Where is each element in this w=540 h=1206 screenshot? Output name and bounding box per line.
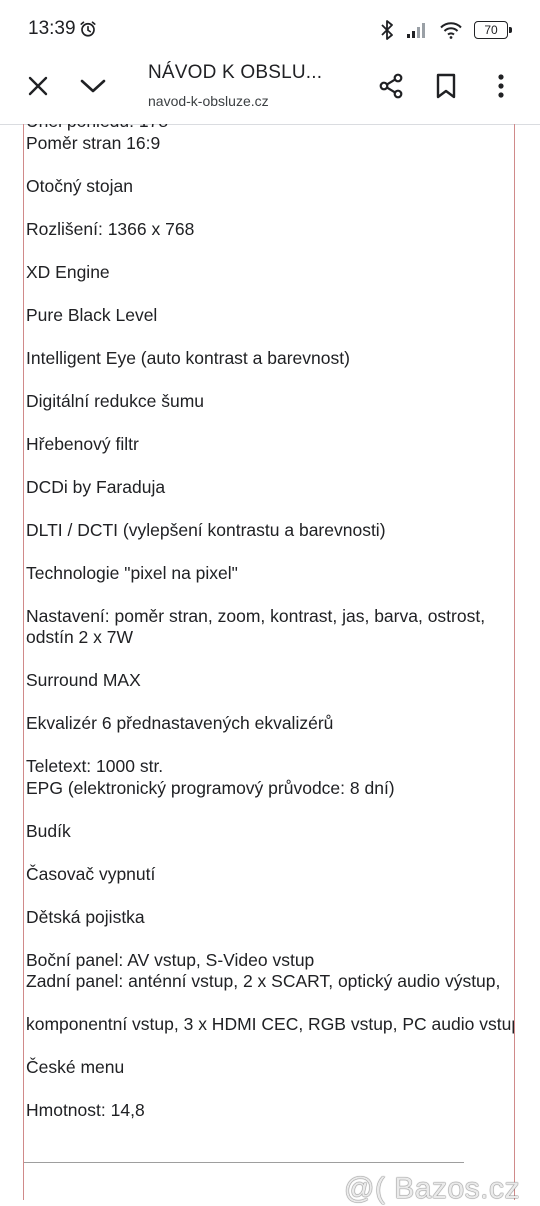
spec-paragraph: Otočný stojan [26,176,514,198]
spec-line: Rozlišení: 1366 x 768 [26,218,195,239]
close-icon [28,76,48,96]
spec-line: Zadní panel: anténní vstup, 2 x SCART, o… [26,971,501,991]
page-title-area[interactable]: NÁVOD K OBSLU... navod-k-obsluze.cz [148,62,358,124]
spec-paragraph: Surround MAX [26,670,514,692]
spec-paragraph: DCDi by Faraduja [26,477,514,499]
page-content: Úhel pohledu: 178Poměr stran 16:9 Otočný … [23,124,515,1200]
spec-list: Úhel pohledu: 178Poměr stran 16:9 Otočný … [26,124,514,1122]
spec-paragraph: Dětská pojistka [26,907,514,929]
bookmark-icon [436,73,456,99]
spec-line: Intelligent Eye (auto kontrast a barevno… [26,347,350,368]
spec-line: Pure Black Level [26,304,158,325]
spec-paragraph: komponentní vstup, 3 x HDMI CEC, RGB vst… [26,1014,514,1036]
spec-paragraph: Boční panel: AV vstup, S-Video vstup Zadn… [26,950,514,993]
spec-line: odstín 2 x 7W [26,627,133,647]
more-vert-icon [498,74,504,98]
minimize-button[interactable] [73,66,113,106]
browser-toolbar: NÁVOD K OBSLU... navod-k-obsluze.cz [0,62,540,125]
spec-paragraph: Rozlišení: 1366 x 768 [26,219,514,241]
battery-icon: 70 [474,21,512,39]
spec-paragraph: Hmotnost: 14,8 [26,1100,514,1122]
alarm-icon [80,21,96,37]
spec-line: Boční panel: AV vstup, S-Video vstup [26,949,315,970]
spec-paragraph: Hřebenový filtr [26,434,514,456]
spec-line: XD Engine [26,261,110,282]
spec-line: Digitální redukce šumu [26,390,204,411]
share-icon [379,73,403,99]
spec-line: DLTI / DCTI (vylepšení kontrastu a barev… [26,519,386,540]
spec-line: Časovač vypnutí [26,863,156,884]
page-title: NÁVOD K OBSLU... [148,62,323,83]
close-button[interactable] [18,66,58,106]
spec-paragraph: České menu [26,1057,514,1079]
spec-paragraph: Digitální redukce šumu [26,391,514,413]
spec-line: Surround MAX [26,670,141,690]
spec-paragraph: Ekvalizér 6 přednastavených ekvalizérů [26,713,514,735]
spec-line: Dětská pojistka [26,906,145,927]
bluetooth-icon [381,20,393,40]
page-url: navod-k-obsluze.cz [148,93,269,109]
spec-line: komponentní vstup, 3 x HDMI CEC, RGB vst… [26,1014,515,1034]
spec-paragraph: DLTI / DCTI (vylepšení kontrastu a barev… [26,520,514,542]
bookmark-button[interactable] [426,66,466,106]
spec-paragraph: Pure Black Level [26,305,514,327]
spec-line: DCDi by Faraduja [26,476,166,497]
bazos-watermark: @( Bazos.cz [344,1172,520,1205]
spec-paragraph: Technologie "pixel na pixel" [26,563,514,585]
spec-line: Otočný stojan [26,175,133,196]
chevron-down-icon [80,79,106,93]
spec-line: Nastavení: poměr stran, zoom, kontrast, … [26,605,486,626]
spec-paragraph: Časovač vypnutí [26,864,514,886]
spec-line: Hmotnost: 14,8 [26,1100,145,1120]
status-time: 13:39 [28,18,76,39]
spec-line: Hřebenový filtr [26,433,139,454]
spec-paragraph: Budík [26,821,514,843]
spec-paragraph: XD Engine [26,262,514,284]
spec-line: EPG (elektronický programový průvodce: 8… [26,777,395,798]
horizontal-divider [24,1162,464,1163]
spec-paragraph: Intelligent Eye (auto kontrast a barevno… [26,348,514,370]
spec-line: Technologie "pixel na pixel" [26,562,238,583]
spec-paragraph: Nastavení: poměr stran, zoom, kontrast, … [26,606,514,649]
spec-paragraph: Teletext: 1000 str. EPG (elektronický pro… [26,756,514,799]
spec-line: Poměr stran 16:9 [26,132,161,153]
status-icons: 70 [380,18,512,42]
status-bar: 13:39 70 [0,0,540,62]
wifi-icon [440,22,462,39]
spec-line: Úhel pohledu: 178 [26,124,514,133]
share-button[interactable] [371,66,411,106]
spec-line: Teletext: 1000 str. [26,756,164,776]
spec-line: České menu [26,1057,125,1077]
more-options-button[interactable] [481,66,521,106]
spec-line: Ekvalizér 6 přednastavených ekvalizérů [26,713,334,733]
spec-paragraph: Úhel pohledu: 178Poměr stran 16:9 [26,124,514,154]
signal-icon [407,23,425,38]
spec-line: Budík [26,820,71,841]
